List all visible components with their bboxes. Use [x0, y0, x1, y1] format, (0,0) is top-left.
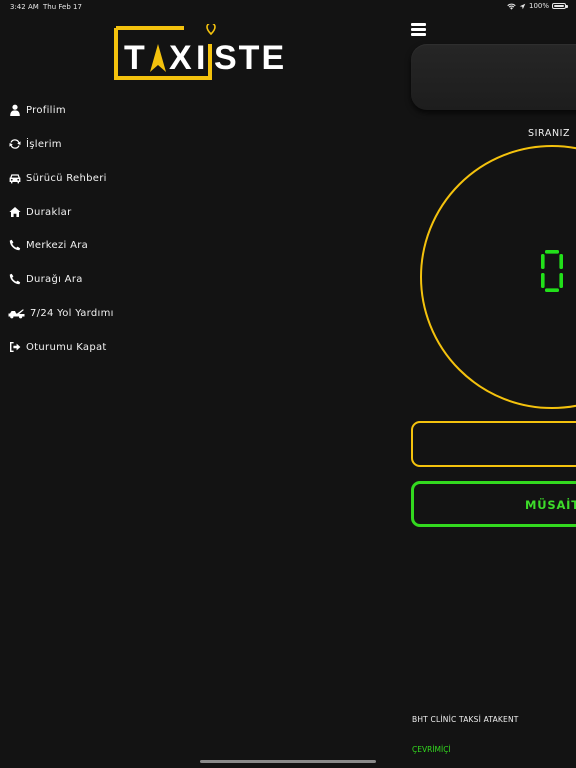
main-panel: SIRANIZ 0 MÜSAİT BHT CLİNİC TAKSİ ATAKEN… [400, 0, 576, 768]
home-indicator[interactable] [200, 760, 376, 763]
svg-text:STE: STE [214, 39, 286, 77]
menu-label: Oturumu Kapat [26, 341, 107, 353]
hamburger-menu-icon[interactable] [411, 23, 426, 36]
online-status: ÇEVRİMİÇİ [412, 745, 451, 754]
logo-text: TAXISTE [294, 24, 295, 25]
info-panel [411, 44, 576, 110]
status-date: Thu Feb 17 [43, 3, 82, 11]
taxi-stand-name: BHT CLİNİC TAKSİ ATAKENT [412, 715, 519, 724]
status-time: 3:42 AM [10, 3, 39, 11]
car-icon [8, 172, 21, 185]
svg-text:T: T [124, 39, 145, 77]
user-icon [8, 104, 21, 117]
menu-label: Profilim [26, 104, 66, 116]
menu-item-yol-yardimi[interactable]: 7/24 Yol Yardımı [8, 302, 114, 324]
menu-item-duragi-ara[interactable]: Durağı Ara [8, 268, 83, 290]
menu-item-merkezi-ara[interactable]: Merkezi Ara [8, 234, 88, 256]
queue-label: SIRANIZ [528, 128, 571, 139]
available-button[interactable]: MÜSAİT [411, 481, 576, 527]
menu-label: 7/24 Yol Yardımı [30, 307, 114, 319]
seven-segment-digit [541, 250, 563, 292]
menu-label: İşlerim [26, 138, 62, 150]
menu-label: Duraklar [26, 206, 72, 218]
queue-number: 0 [539, 249, 565, 293]
action-button[interactable] [411, 421, 576, 467]
phone-icon [8, 273, 21, 286]
menu-item-surucu-rehberi[interactable]: Sürücü Rehberi [8, 167, 107, 189]
menu-item-islerim[interactable]: İşlerim [8, 133, 62, 155]
sign-out-icon [8, 341, 21, 354]
tow-truck-icon [8, 307, 25, 320]
home-icon [8, 206, 21, 219]
phone-icon [8, 239, 21, 252]
svg-text:X: X [169, 39, 192, 77]
menu-item-duraklar[interactable]: Duraklar [8, 201, 72, 223]
refresh-icon [8, 138, 21, 151]
menu-item-oturumu-kapat[interactable]: Oturumu Kapat [8, 336, 107, 358]
svg-text:I: I [196, 39, 205, 77]
menu-label: Sürücü Rehberi [26, 172, 107, 184]
available-button-label: MÜSAİT [525, 498, 576, 512]
menu-label: Durağı Ara [26, 273, 83, 285]
menu-item-profilim[interactable]: Profilim [8, 99, 66, 121]
menu-label: Merkezi Ara [26, 239, 89, 251]
taxiste-logo: T X I STE TAXISTE [114, 22, 295, 82]
logo-graphic: T X I STE [114, 22, 286, 80]
